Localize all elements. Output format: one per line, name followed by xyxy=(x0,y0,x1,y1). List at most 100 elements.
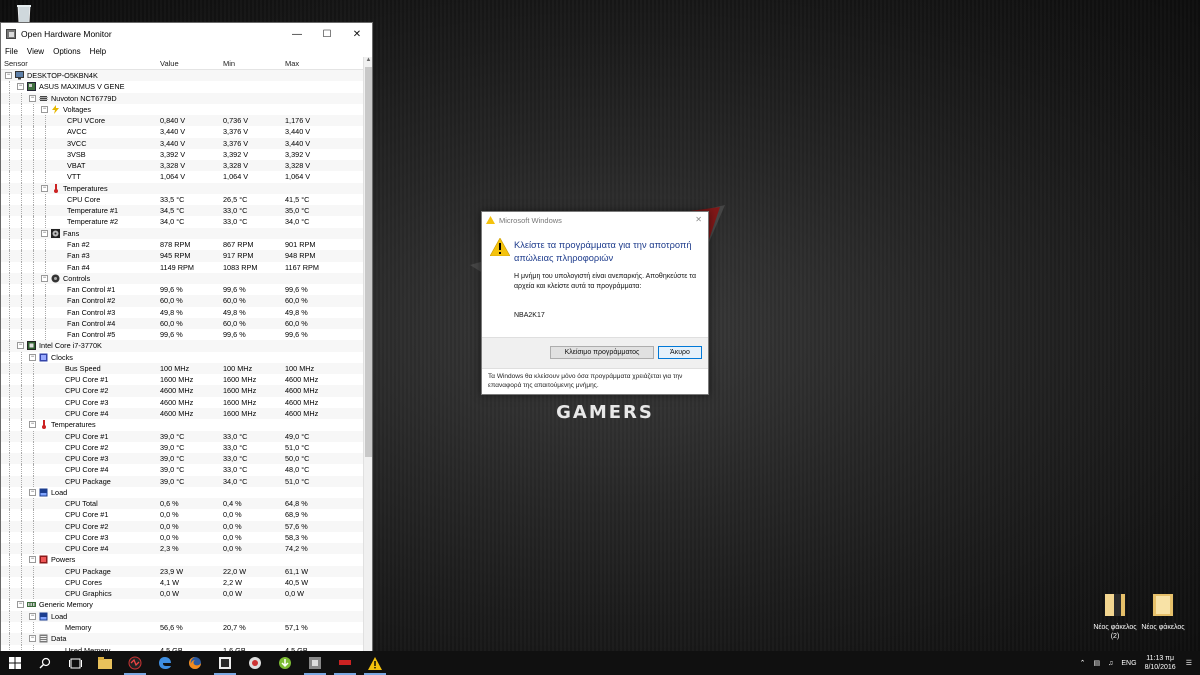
tree-node[interactable]: − Temperatures xyxy=(1,182,363,194)
sensor-row[interactable]: CPU Core #4 39,0 °C 33,0 °C 48,0 °C xyxy=(1,464,363,476)
warning-icon[interactable] xyxy=(360,651,390,675)
sensor-row[interactable]: Fan #2 878 RPM 867 RPM 901 RPM xyxy=(1,238,363,251)
col-min[interactable]: Min xyxy=(223,59,235,68)
minimize-button[interactable]: — xyxy=(282,23,312,45)
sensor-row[interactable]: CPU Core #3 39,0 °C 33,0 °C 50,0 °C xyxy=(1,453,363,465)
collapse-toggle-icon[interactable]: − xyxy=(29,612,36,620)
tree-node[interactable]: − Powers xyxy=(1,554,363,566)
language-indicator[interactable]: ENG xyxy=(1121,660,1136,667)
sensor-row[interactable]: 3VSB 3,392 V 3,392 V 3,392 V xyxy=(1,148,363,161)
folder-icon[interactable] xyxy=(90,651,120,675)
sensor-row[interactable]: Fan Control #2 60,0 % 60,0 % 60,0 % xyxy=(1,295,363,307)
clock[interactable]: 11:13 πμ 8/10/2016 xyxy=(1145,654,1176,672)
tree-node[interactable]: − DESKTOP-O5KBN4K xyxy=(1,70,363,82)
ohm-icon[interactable] xyxy=(300,651,330,675)
tree-node[interactable]: − Clocks xyxy=(1,351,363,363)
sensor-row[interactable]: CPU Core #1 1600 MHz 1600 MHz 4600 MHz xyxy=(1,374,363,386)
menu-view[interactable]: View xyxy=(27,47,44,56)
sensor-row[interactable]: CPU Core #2 0,0 % 0,0 % 57,6 % xyxy=(1,520,363,532)
sensor-row[interactable]: CPU Core #1 0,0 % 0,0 % 68,9 % xyxy=(1,509,363,521)
sensor-row[interactable]: Bus Speed 100 MHz 100 MHz 100 MHz xyxy=(1,362,363,375)
firefox-icon[interactable] xyxy=(180,651,210,675)
sensor-row[interactable]: CPU Cores 4,1 W 2,2 W 40,5 W xyxy=(1,576,363,589)
collapse-toggle-icon[interactable]: − xyxy=(41,274,48,282)
tree-node[interactable]: − Load xyxy=(1,486,363,499)
tree-node[interactable]: − Data xyxy=(1,633,363,645)
sensor-row[interactable]: CPU VCore 0,840 V 0,736 V 1,176 V xyxy=(1,115,363,127)
task-view-icon[interactable] xyxy=(60,651,90,675)
sensor-row[interactable]: CPU Graphics 0,0 W 0,0 W 0,0 W xyxy=(1,588,363,600)
start-icon[interactable] xyxy=(0,651,30,675)
collapse-toggle-icon[interactable]: − xyxy=(29,421,36,429)
scroll-thumb[interactable] xyxy=(365,67,372,457)
tree-node[interactable]: − Controls xyxy=(1,272,363,285)
collapse-toggle-icon[interactable]: − xyxy=(29,488,36,496)
close-button[interactable]: ✕ xyxy=(342,23,372,45)
scroll-up-icon[interactable]: ▲ xyxy=(364,57,373,66)
dialog-close-icon[interactable]: ✕ xyxy=(695,215,702,224)
edge-icon[interactable] xyxy=(150,651,180,675)
sensor-row[interactable]: Temperature #2 34,0 °C 33,0 °C 34,0 °C xyxy=(1,216,363,228)
ohm-titlebar[interactable]: Open Hardware Monitor — ☐ ✕ xyxy=(1,23,372,45)
tree-node[interactable]: − Nuvoton NCT6779D xyxy=(1,92,363,104)
sensor-row[interactable]: CPU Core #4 4600 MHz 1600 MHz 4600 MHz xyxy=(1,407,363,420)
hwmonitor-icon[interactable] xyxy=(120,651,150,675)
menu-file[interactable]: File xyxy=(5,47,18,56)
collapse-toggle-icon[interactable]: − xyxy=(29,556,36,564)
chevron-up-icon[interactable]: ⌃ xyxy=(1080,659,1086,667)
search-icon[interactable] xyxy=(30,651,60,675)
collapse-toggle-icon[interactable]: − xyxy=(17,83,24,91)
vertical-scrollbar[interactable]: ▲ xyxy=(363,57,372,652)
tree-node[interactable]: − Intel Core i7-3770K xyxy=(1,340,363,352)
collapse-toggle-icon[interactable]: − xyxy=(29,635,36,643)
network-icon[interactable]: ▤ xyxy=(1094,659,1101,667)
collapse-toggle-icon[interactable]: − xyxy=(41,184,48,192)
sensor-row[interactable]: CPU Core #4 2,3 % 0,0 % 74,2 % xyxy=(1,543,363,555)
sensor-row[interactable]: AVCC 3,440 V 3,376 V 3,440 V xyxy=(1,126,363,138)
sensor-row[interactable]: Fan Control #1 99,6 % 99,6 % 99,6 % xyxy=(1,284,363,296)
sensor-row[interactable]: CPU Total 0,6 % 0,4 % 64,8 % xyxy=(1,498,363,510)
sensor-row[interactable]: CPU Core #3 0,0 % 0,0 % 58,3 % xyxy=(1,531,363,544)
sensor-row[interactable]: CPU Core #3 4600 MHz 1600 MHz 4600 MHz xyxy=(1,396,363,408)
sensor-row[interactable]: CPU Core #2 4600 MHz 1600 MHz 4600 MHz xyxy=(1,385,363,397)
sensor-row[interactable]: Fan #4 1149 RPM 1083 RPM 1167 RPM xyxy=(1,261,363,273)
sensor-row[interactable]: CPU Core 33,5 °C 26,5 °C 41,5 °C xyxy=(1,193,363,206)
sensor-row[interactable]: CPU Core #2 39,0 °C 33,0 °C 51,0 °C xyxy=(1,441,363,454)
sensor-row[interactable]: CPU Core #1 39,0 °C 33,0 °C 49,0 °C xyxy=(1,430,363,442)
sensor-row[interactable]: Fan Control #4 60,0 % 60,0 % 60,0 % xyxy=(1,317,363,330)
menu-help[interactable]: Help xyxy=(90,47,106,56)
col-max[interactable]: Max xyxy=(285,59,299,68)
tree-node[interactable]: − Temperatures xyxy=(1,419,363,431)
collapse-toggle-icon[interactable]: − xyxy=(41,105,48,113)
collapse-toggle-icon[interactable]: − xyxy=(17,342,24,350)
collapse-toggle-icon[interactable]: − xyxy=(29,353,36,361)
tree-node[interactable]: − ASUS MAXIMUS V GENE xyxy=(1,81,363,93)
menu-options[interactable]: Options xyxy=(53,47,81,56)
sensor-row[interactable]: VTT 1,064 V 1,064 V 1,064 V xyxy=(1,171,363,183)
tree-node[interactable]: − Generic Memory xyxy=(1,599,363,611)
collapse-toggle-icon[interactable]: − xyxy=(29,94,36,102)
desktop-folder[interactable]: Νέος φάκελος (2) xyxy=(1092,592,1138,641)
sensor-row[interactable]: VBAT 3,328 V 3,328 V 3,328 V xyxy=(1,160,363,172)
tree-node[interactable]: − Fans xyxy=(1,227,363,239)
col-value[interactable]: Value xyxy=(160,59,179,68)
sensor-row[interactable]: Memory 56,6 % 20,7 % 57,1 % xyxy=(1,622,363,634)
cancel-button[interactable]: Άκυρο xyxy=(658,346,702,359)
tree-node[interactable]: − Load xyxy=(1,610,363,623)
steam-icon[interactable] xyxy=(240,651,270,675)
program-list-item[interactable]: NBA2K17 xyxy=(514,312,545,319)
sensor-row[interactable]: Fan #3 945 RPM 917 RPM 948 RPM xyxy=(1,250,363,262)
sensor-row[interactable]: Fan Control #3 49,8 % 49,8 % 49,8 % xyxy=(1,306,363,318)
sensor-row[interactable]: Temperature #1 34,5 °C 33,0 °C 35,0 °C xyxy=(1,205,363,217)
dialog-titlebar[interactable]: Microsoft Windows xyxy=(482,212,708,228)
notifications-icon[interactable]: ☰ xyxy=(1186,659,1192,667)
sensor-row[interactable]: CPU Package 23,9 W 22,0 W 61,1 W xyxy=(1,565,363,577)
col-sensor[interactable]: Sensor xyxy=(4,59,28,68)
volume-icon[interactable]: ♫ xyxy=(1108,660,1113,667)
nba2k17-icon[interactable] xyxy=(330,651,360,675)
sensor-row[interactable]: Fan Control #5 99,6 % 99,6 % 99,6 % xyxy=(1,329,363,341)
collapse-toggle-icon[interactable]: − xyxy=(5,72,12,79)
sensor-row[interactable]: 3VCC 3,440 V 3,376 V 3,440 V xyxy=(1,137,363,149)
collapse-toggle-icon[interactable]: − xyxy=(17,601,24,609)
cpuz-icon[interactable] xyxy=(210,651,240,675)
